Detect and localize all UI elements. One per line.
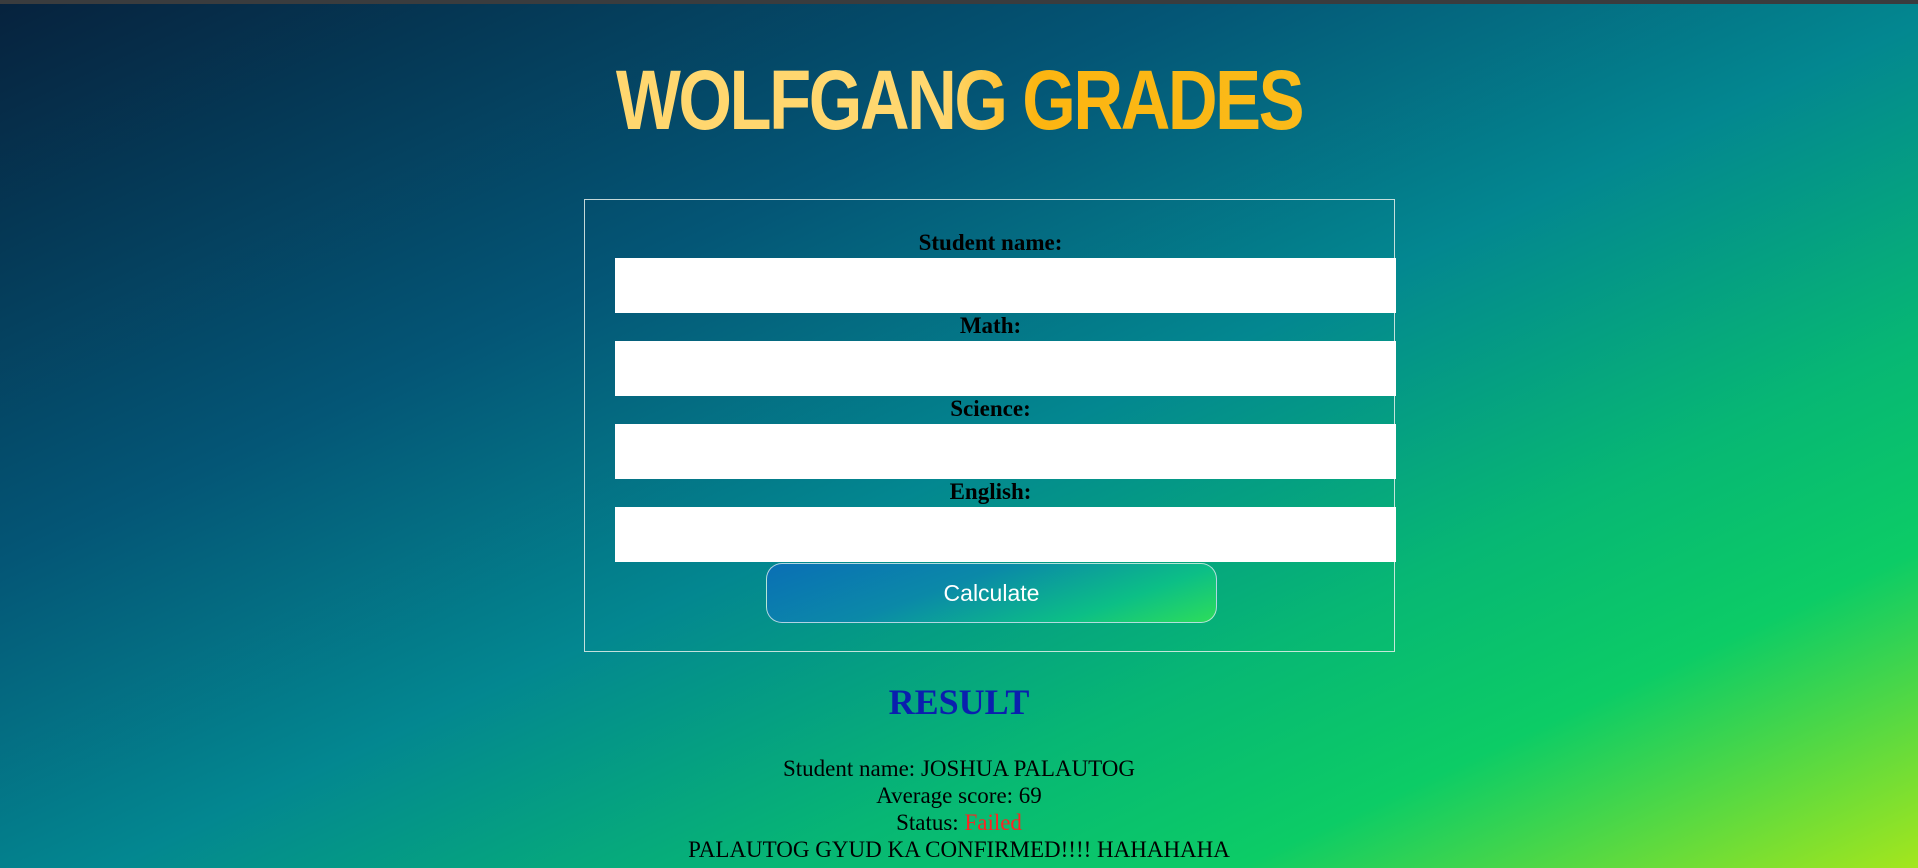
student-name-label: Student name: [918,230,1063,255]
student-name-result-label: Student name: [782,756,921,781]
browser-top-bar [0,0,1918,4]
english-input[interactable] [615,507,1396,562]
math-input[interactable] [615,341,1396,396]
result-message: PALAUTOG GYUD KA CONFIRMED!!!! HAHAHAHA [688,837,1230,862]
math-label: Math: [959,313,1022,338]
science-label: Science: [950,396,1031,421]
average-value: 69 [1018,783,1042,808]
calculate-button[interactable]: Calculate [766,563,1217,623]
grade-form: Student name: Math: Science: English: Ca… [584,199,1396,652]
result-heading: RESULT [888,682,1030,722]
status-value: Failed [964,810,1022,835]
science-input[interactable] [615,424,1396,479]
english-label: English: [949,479,1032,504]
page-title: WOLFGANG GRADES [173,54,1746,146]
result-student-name: Student name: JOSHUA PALAUTOG [0,755,1918,782]
result-status: Status: Failed [0,809,1918,836]
result-average: Average score: 69 [0,782,1918,809]
average-label: Average score: [876,783,1019,808]
student-name-result-value: JOSHUA PALAUTOG [920,756,1136,781]
status-label: Status: [896,810,965,835]
student-name-input[interactable] [615,258,1396,313]
